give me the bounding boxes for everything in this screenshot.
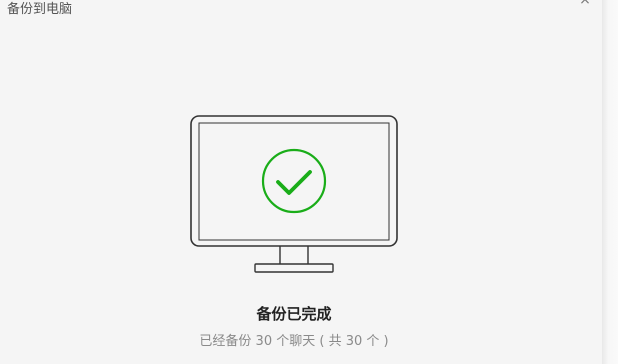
monitor-icon [190,115,398,273]
status-detail: 已经备份 30 个聊天 ( 共 30 个 ) [199,334,389,349]
backup-dialog: 备份到电脑 × 备份已完成 已经备份 30 个聊天 ( 共 30 个 ) [0,0,602,364]
window-title: 备份到电脑 [7,2,73,17]
monitor-illustration [186,114,402,276]
close-button[interactable]: × [577,0,593,8]
window-edge-shadow [602,0,618,364]
status-title: 备份已完成 [256,305,332,323]
